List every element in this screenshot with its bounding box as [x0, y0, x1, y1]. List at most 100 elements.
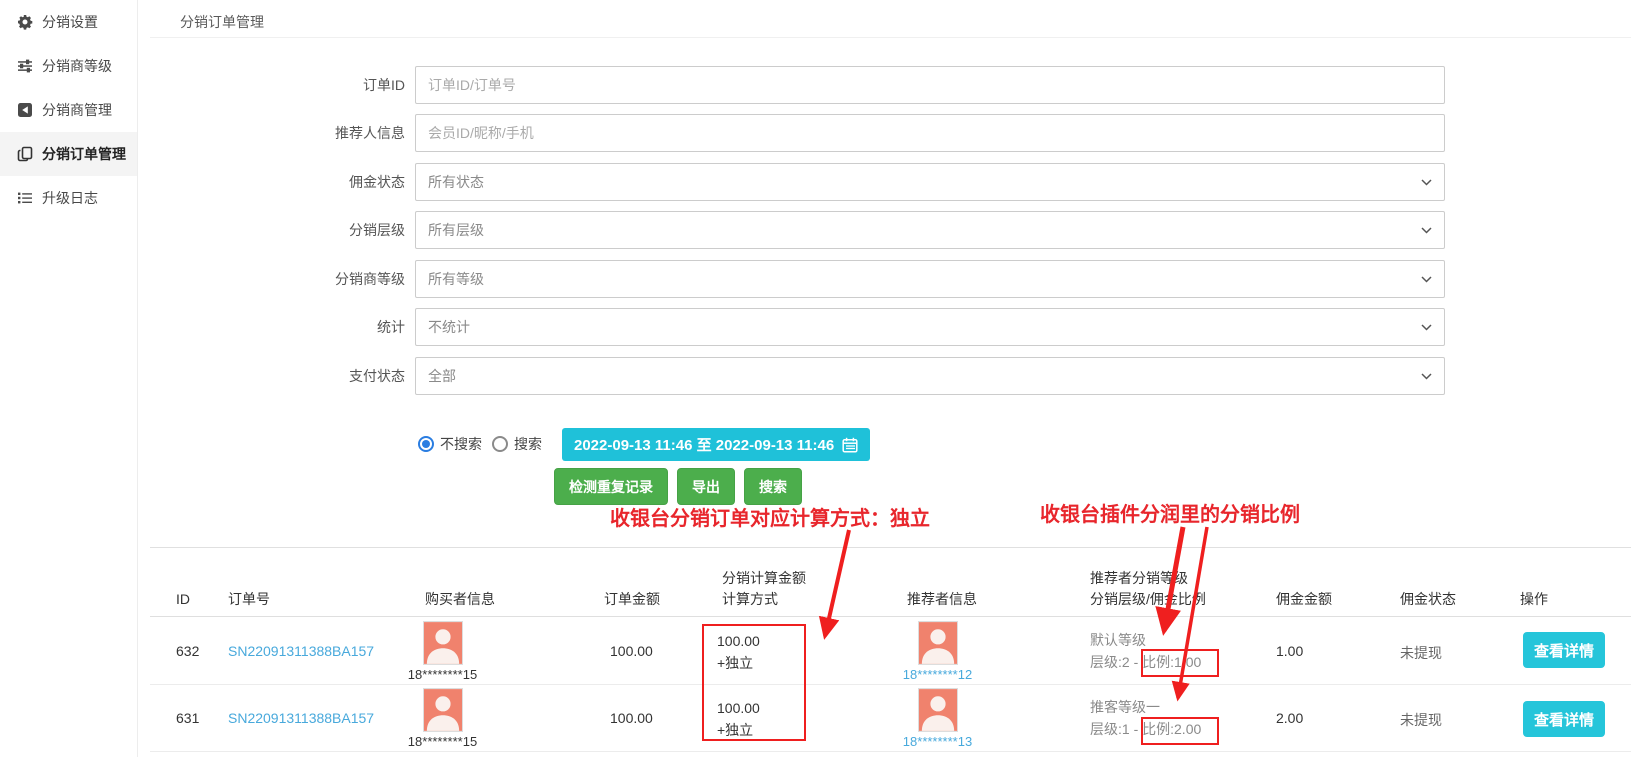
- distribution-level-label: 分销层级: [150, 211, 405, 249]
- share-square-icon: [17, 102, 33, 118]
- statistics-value: 不统计: [428, 317, 470, 337]
- calendar-icon: [842, 437, 858, 453]
- level-cell: 默认等级 层级:2 - 比例:1.00: [1090, 629, 1201, 673]
- order-id: 631: [176, 710, 199, 726]
- order-id-label: 订单ID: [150, 66, 405, 104]
- sidebar-item-distribution-settings[interactable]: 分销设置: [0, 0, 137, 44]
- col-header-calc: 分销计算金额 计算方式: [722, 568, 806, 610]
- col-header-amount: 订单金额: [604, 589, 660, 610]
- payment-status-value: 全部: [428, 366, 456, 386]
- level-ratio: 比例:2.00: [1142, 721, 1201, 737]
- main-content: 分销订单管理 订单ID 推荐人信息 佣金状态 所有状态 分销层级 所有层级: [150, 0, 1631, 757]
- sidebar-item-distribution-orders[interactable]: 分销订单管理: [0, 132, 137, 176]
- buyer-cell: 18********15: [395, 621, 490, 682]
- sidebar: 分销设置 分销商等级 分销商管理 分销订单管理 升级日志: [0, 0, 138, 757]
- search-mode-row: 不搜索 搜索 2022-09-13 11:46 至 2022-09-13 11:…: [150, 425, 1445, 463]
- commission-status: 未提现: [1400, 710, 1442, 730]
- referrer-phone-link[interactable]: 18********12: [903, 667, 972, 682]
- table-bottom-divider: [150, 751, 1631, 752]
- sidebar-item-label: 升级日志: [42, 188, 98, 208]
- sidebar-item-distributor-levels[interactable]: 分销商等级: [0, 44, 137, 88]
- filter-row-distribution-level: 分销层级 所有层级: [150, 211, 1445, 249]
- distributor-level-select[interactable]: 所有等级: [415, 260, 1445, 298]
- annotation-calc-method: 收银台分销订单对应计算方式：独立: [610, 502, 930, 531]
- chevron-down-icon: [1421, 179, 1432, 186]
- distribution-level-select[interactable]: 所有层级: [415, 211, 1445, 249]
- referrer-cell: 18********12: [890, 621, 985, 682]
- referrer-phone-link[interactable]: 18********13: [903, 734, 972, 749]
- annotation-ratio: 收银台插件分润里的分销比例: [1040, 498, 1300, 527]
- gear-icon: [17, 14, 33, 30]
- radio-selected-icon: [418, 436, 434, 452]
- copy-icon: [17, 146, 33, 162]
- table-header: ID 订单号 购买者信息 订单金额 分销计算金额 计算方式 推荐者信息 推荐者分…: [150, 552, 1631, 616]
- sidebar-item-label: 分销商管理: [42, 100, 112, 120]
- level-cell: 推客等级一 层级:1 - 比例:2.00: [1090, 696, 1201, 740]
- col-header-id: ID: [176, 589, 190, 610]
- calc-mode: +独立: [717, 719, 760, 741]
- buyer-avatar: [423, 621, 463, 665]
- filter-row-distributor-level: 分销商等级 所有等级: [150, 260, 1445, 298]
- order-id: 632: [176, 643, 199, 659]
- referrer-info-input[interactable]: [415, 114, 1445, 152]
- date-range-button[interactable]: 2022-09-13 11:46 至 2022-09-13 11:46: [562, 428, 870, 461]
- distribution-level-value: 所有层级: [428, 220, 484, 240]
- commission-status-select[interactable]: 所有状态: [415, 163, 1445, 201]
- order-id-input[interactable]: [415, 66, 1445, 104]
- breadcrumb: 分销订单管理: [180, 12, 264, 32]
- col-header-commission: 佣金金额: [1276, 589, 1332, 610]
- no-search-label: 不搜索: [440, 434, 482, 454]
- view-details-button[interactable]: 查看详情: [1523, 632, 1605, 668]
- no-search-radio[interactable]: 不搜索: [418, 425, 482, 463]
- commission-status-value: 所有状态: [428, 172, 484, 192]
- col-header-action: 操作: [1520, 589, 1548, 610]
- distributor-level-label: 分销商等级: [150, 260, 405, 298]
- order-no-link[interactable]: SN22091311388BA157: [228, 643, 374, 659]
- sidebar-item-upgrade-log[interactable]: 升级日志: [0, 176, 137, 220]
- filter-row-commission-status: 佣金状态 所有状态: [150, 163, 1445, 201]
- col-header-level: 推荐者分销等级 分销层级/佣金比例: [1090, 568, 1206, 610]
- chevron-down-icon: [1421, 324, 1432, 331]
- col-header-order-no: 订单号: [228, 589, 270, 610]
- commission-status: 未提现: [1400, 643, 1442, 663]
- radio-unselected-icon: [492, 436, 508, 452]
- calc-amount: 100.00: [717, 630, 760, 652]
- check-duplicates-button[interactable]: 检测重复记录: [554, 468, 668, 505]
- export-button[interactable]: 导出: [677, 468, 735, 505]
- search-label: 搜索: [514, 434, 542, 454]
- table-row: 631 SN22091311388BA157 18********15 100.…: [150, 684, 1631, 751]
- sliders-icon: [17, 58, 33, 74]
- chevron-down-icon: [1421, 276, 1432, 283]
- sidebar-item-distributor-management[interactable]: 分销商管理: [0, 88, 137, 132]
- breadcrumb-divider: [150, 37, 1631, 38]
- view-details-button[interactable]: 查看详情: [1523, 701, 1605, 737]
- commission-amount: 1.00: [1276, 643, 1303, 659]
- order-amount: 100.00: [610, 710, 653, 726]
- level-name: 推客等级一: [1090, 696, 1201, 718]
- date-range-text: 2022-09-13 11:46 至 2022-09-13 11:46: [574, 434, 834, 455]
- chevron-down-icon: [1421, 227, 1432, 234]
- calc-amount: 100.00: [717, 697, 760, 719]
- statistics-select[interactable]: 不统计: [415, 308, 1445, 346]
- referrer-info-label: 推荐人信息: [150, 114, 405, 152]
- buyer-phone: 18********15: [408, 734, 477, 749]
- search-radio[interactable]: 搜索: [492, 425, 542, 463]
- sidebar-item-label: 分销设置: [42, 12, 98, 32]
- payment-status-select[interactable]: 全部: [415, 357, 1445, 395]
- referrer-avatar: [918, 688, 958, 732]
- level-detail-prefix: 层级:1 -: [1090, 721, 1142, 737]
- commission-status-label: 佣金状态: [150, 163, 405, 201]
- col-header-buyer: 购买者信息: [425, 589, 495, 610]
- distributor-level-value: 所有等级: [428, 269, 484, 289]
- sidebar-item-label: 分销商等级: [42, 56, 112, 76]
- search-button[interactable]: 搜索: [744, 468, 802, 505]
- filter-row-referrer-info: 推荐人信息: [150, 114, 1445, 152]
- calc-cell: 100.00 +独立: [717, 630, 760, 674]
- statistics-label: 统计: [150, 308, 405, 346]
- order-no-link[interactable]: SN22091311388BA157: [228, 710, 374, 726]
- filter-row-statistics: 统计 不统计: [150, 308, 1445, 346]
- level-ratio: 比例:1.00: [1142, 654, 1201, 670]
- referrer-cell: 18********13: [890, 688, 985, 749]
- table-top-divider: [150, 547, 1631, 548]
- referrer-avatar: [918, 621, 958, 665]
